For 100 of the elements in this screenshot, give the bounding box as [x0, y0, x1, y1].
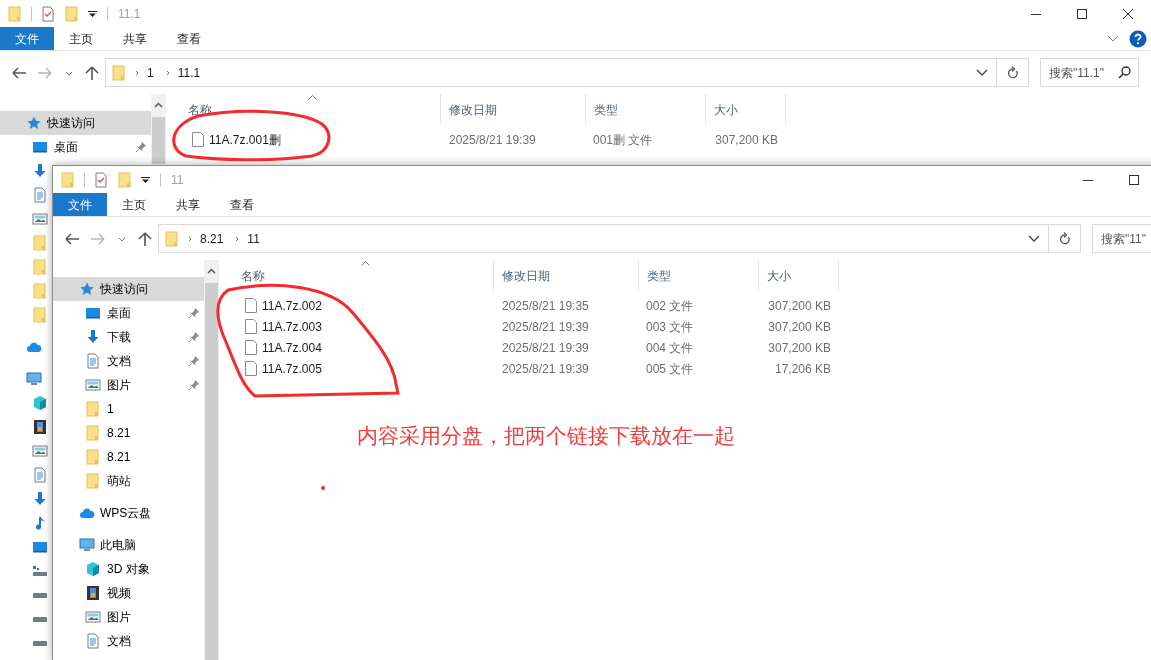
column-header[interactable]: 类型 — [639, 260, 759, 291]
nav-item[interactable]: WPS云盘 — [53, 501, 204, 525]
breadcrumb-item[interactable]: 11 — [247, 229, 260, 248]
scrollbar[interactable] — [151, 94, 166, 164]
ribbon-tab[interactable]: 文件 — [53, 193, 107, 216]
ribbon-tab[interactable]: 文件 — [0, 27, 54, 50]
search-field[interactable]: 搜索"11" — [1092, 224, 1151, 253]
nav-item[interactable]: 快速访问 — [0, 111, 151, 135]
monitor-icon — [85, 305, 101, 321]
nav-item[interactable]: 文档 — [53, 349, 204, 373]
ribbon-tab[interactable]: 共享 — [161, 193, 215, 216]
nav-item[interactable]: 3D 对象 — [53, 557, 204, 581]
window-title: 11.1 — [118, 5, 141, 23]
down-arrow-icon — [85, 329, 101, 345]
folder-icon — [85, 401, 101, 417]
file-icon — [245, 340, 257, 355]
pin-icon[interactable] — [188, 355, 200, 367]
size-cell-text: 307,200 KB — [768, 339, 831, 357]
date-cell: 2025/8/21 19:35 — [502, 298, 589, 313]
file-name[interactable]: 11A.7z.001删 — [209, 130, 281, 149]
type-cell: 001删 文件 — [593, 132, 653, 147]
monitor-icon — [32, 539, 48, 555]
maximize-icon — [1129, 174, 1139, 185]
pin-icon[interactable] — [135, 141, 147, 153]
file-name[interactable]: 11A.7z.005 — [262, 359, 322, 378]
column-header[interactable]: 类型 — [586, 94, 706, 125]
nav-item[interactable]: 8.21 — [53, 445, 204, 469]
star-icon — [26, 115, 42, 131]
refresh-button[interactable] — [997, 58, 1029, 87]
picture-icon — [32, 211, 48, 227]
nav-item[interactable]: 图片 — [53, 605, 204, 629]
column-header[interactable]: 大小 — [706, 94, 786, 125]
scrollbar[interactable] — [204, 260, 219, 660]
nav-item[interactable]: 8.21 — [53, 421, 204, 445]
dropdown-icon[interactable] — [88, 9, 97, 18]
address-bar[interactable]: 1 11.1 — [105, 58, 997, 87]
help-icon[interactable] — [1129, 29, 1147, 48]
picture-icon — [32, 443, 48, 459]
refresh-button[interactable] — [1049, 224, 1081, 253]
down-arrow-icon — [32, 491, 48, 507]
document-icon — [32, 187, 48, 203]
pin-icon[interactable] — [188, 307, 200, 319]
column-header[interactable]: 名称 — [219, 260, 494, 291]
file-icon — [192, 132, 204, 147]
pin-icon[interactable] — [188, 331, 200, 343]
refresh-icon — [1058, 231, 1071, 246]
nav-item[interactable] — [32, 419, 48, 435]
column-header[interactable]: 大小 — [759, 260, 839, 291]
file-name[interactable]: 11A.7z.003 — [262, 317, 322, 336]
size-cell-text: 307,200 KB — [768, 318, 831, 336]
nav-item[interactable]: 萌站 — [53, 469, 204, 493]
ribbon-tab[interactable]: 查看 — [215, 193, 269, 216]
device-icon — [32, 563, 48, 579]
chevron-down-icon[interactable] — [976, 68, 988, 77]
star-icon — [79, 281, 95, 297]
chevron-down-icon[interactable] — [1028, 234, 1040, 243]
properties-icon[interactable] — [40, 5, 56, 22]
film-icon — [32, 419, 48, 435]
folder-icon — [32, 235, 48, 251]
ribbon-tab[interactable]: 主页 — [107, 193, 161, 216]
breadcrumb-item[interactable]: 1 — [147, 63, 154, 82]
nav-item[interactable] — [32, 539, 48, 555]
document-icon — [32, 467, 48, 483]
ribbon-tab[interactable]: 主页 — [54, 27, 108, 50]
scrollbar-thumb[interactable] — [205, 283, 218, 660]
chevron-up-icon[interactable] — [154, 102, 163, 108]
search-field[interactable]: 搜索"11.1" — [1040, 58, 1139, 87]
file-name[interactable]: 11A.7z.004 — [262, 338, 322, 357]
sort-caret-icon — [308, 95, 317, 100]
file-name[interactable]: 11A.7z.002 — [262, 296, 322, 315]
file-icon — [245, 361, 257, 376]
nav-item[interactable]: 快速访问 — [53, 277, 204, 301]
column-header[interactable]: 修改日期 — [441, 94, 586, 125]
pin-icon[interactable] — [188, 379, 200, 391]
nav-item[interactable]: 下载 — [53, 325, 204, 349]
dropdown-icon[interactable] — [141, 175, 150, 184]
computer-icon — [79, 537, 95, 553]
properties-icon[interactable] — [93, 171, 109, 188]
ribbon-tab[interactable]: 共享 — [108, 27, 162, 50]
size-cell-text: 307,200 KB — [715, 131, 778, 149]
nav-item[interactable]: 桌面 — [53, 301, 204, 325]
type-cell: 003 文件 — [646, 319, 694, 334]
nav-item[interactable]: 此电脑 — [53, 533, 204, 557]
chevron-up-icon[interactable] — [207, 268, 216, 274]
nav-item[interactable]: 图片 — [53, 373, 204, 397]
folder-icon — [85, 425, 101, 441]
search-icon[interactable] — [1118, 65, 1132, 79]
refresh-icon — [1006, 65, 1019, 80]
column-header[interactable]: 修改日期 — [494, 260, 639, 291]
address-bar[interactable]: 8.21 11 — [158, 224, 1049, 253]
nav-item[interactable]: 文档 — [53, 629, 204, 653]
scrollbar-thumb[interactable] — [152, 117, 165, 164]
date-cell: 2025/8/21 19:39 — [502, 319, 589, 334]
breadcrumb-item[interactable]: 8.21 — [200, 229, 224, 248]
nav-item[interactable]: 1 — [53, 397, 204, 421]
ribbon-tab[interactable]: 查看 — [162, 27, 216, 50]
folder-icon — [85, 473, 101, 489]
breadcrumb-item[interactable]: 11.1 — [177, 63, 201, 82]
nav-item[interactable]: 桌面 — [0, 135, 151, 159]
nav-item[interactable]: 视频 — [53, 581, 204, 605]
